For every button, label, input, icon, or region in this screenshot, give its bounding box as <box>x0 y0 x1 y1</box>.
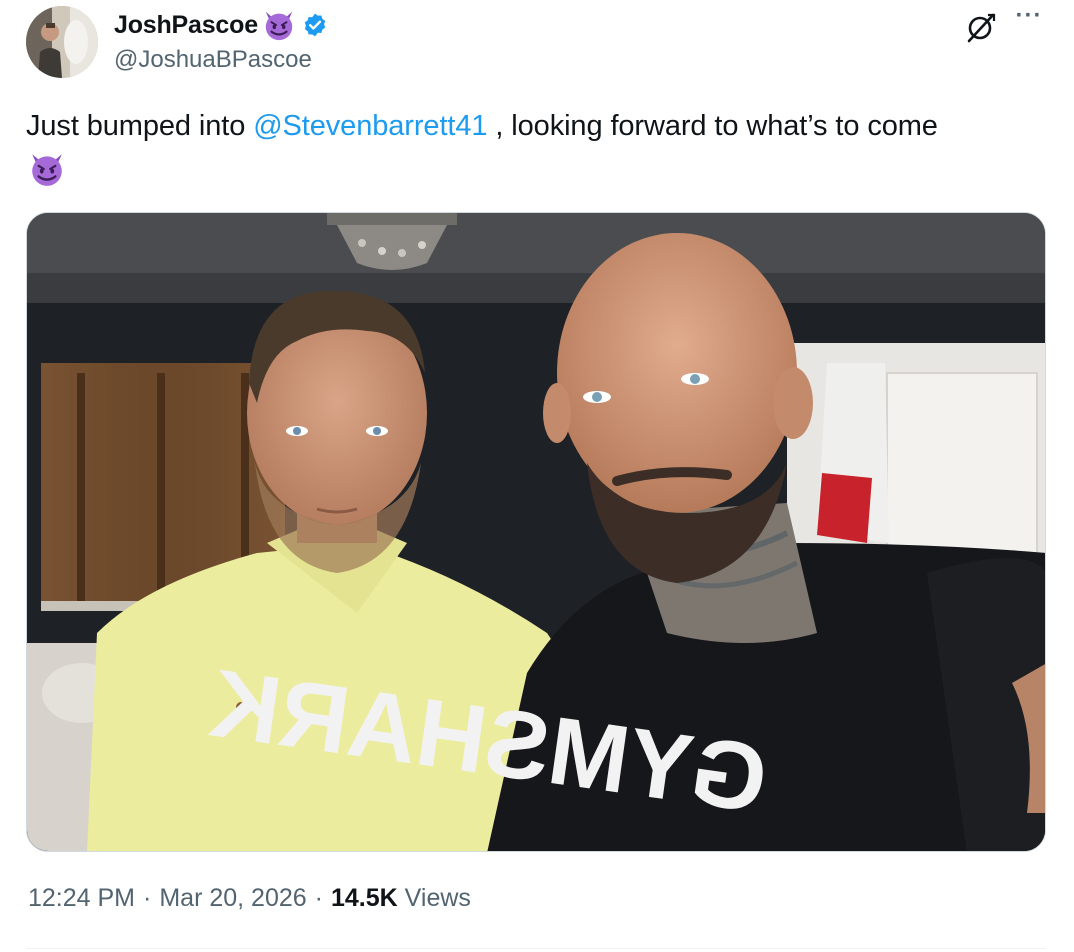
smiling-devil-icon <box>262 8 296 42</box>
tweet-text-before: Just bumped into <box>26 110 254 142</box>
tweet-meta: 12:24 PM · Mar 20, 2026 · 14.5K Views <box>28 884 471 913</box>
views-count: 14.5K <box>331 884 398 912</box>
views-label: Views <box>404 884 471 912</box>
grok-icon[interactable] <box>964 10 998 44</box>
author-name-row: JoshPascoe <box>114 8 328 42</box>
author-handle[interactable]: @JoshuaBPascoe <box>114 46 312 74</box>
tweet-text: Just bumped into @Stevenbarrett41 , look… <box>26 106 1046 146</box>
tweet-text-after: , looking forward to what’s to come <box>487 110 938 142</box>
avatar-photo <box>26 6 98 78</box>
tweet-date[interactable]: Mar 20, 2026 <box>159 884 306 913</box>
more-options-button[interactable]: ··· <box>1012 4 1046 40</box>
tweet-photo[interactable]: GYMSHARK <box>26 212 1046 852</box>
author-display-name[interactable]: JoshPascoe <box>114 11 258 40</box>
tweet-time[interactable]: 12:24 PM <box>28 884 135 913</box>
bottom-divider <box>26 948 1046 949</box>
meta-separator: · <box>143 884 152 912</box>
smiling-devil-icon <box>28 150 66 188</box>
meta-separator: · <box>314 884 323 912</box>
mention-link[interactable]: @Stevenbarrett41 <box>253 110 487 142</box>
author-avatar[interactable] <box>26 6 98 78</box>
verified-badge-icon[interactable] <box>302 12 328 38</box>
tweet-card: JoshPascoe @JoshuaBPascoe ··· Just bumpe… <box>0 0 1074 952</box>
photo-scene: GYMSHARK <box>27 213 1045 851</box>
